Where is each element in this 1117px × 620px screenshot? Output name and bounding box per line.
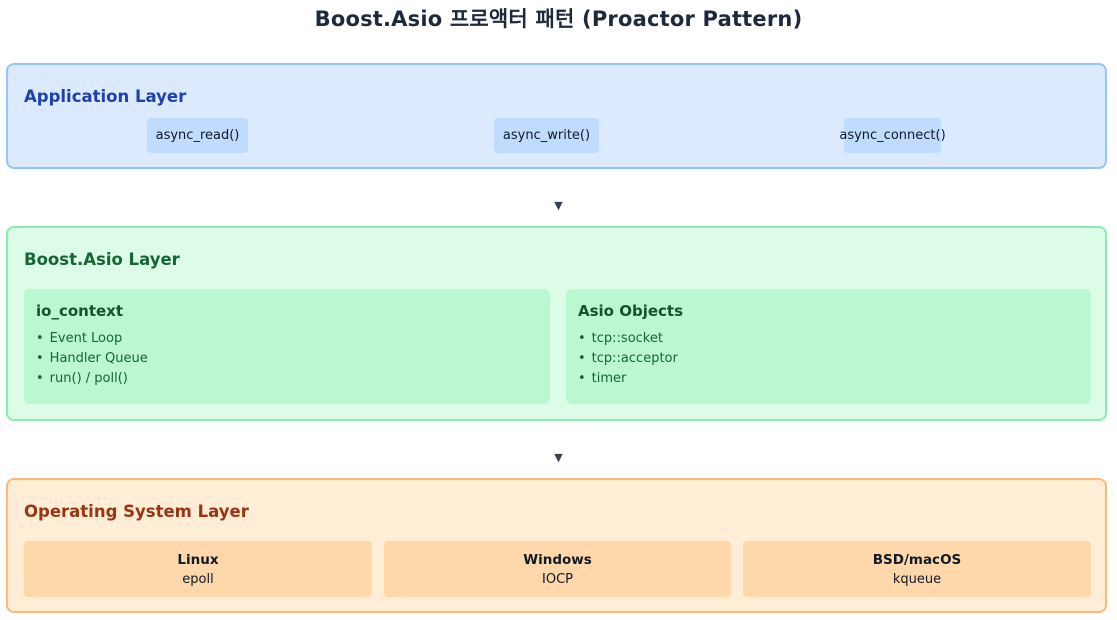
io-context-title: io_context (36, 302, 124, 320)
list-item: tcp::acceptor (578, 349, 1079, 369)
os-name: Linux (177, 552, 219, 568)
boost-asio-layer-title: Boost.Asio Layer (24, 250, 180, 269)
application-layer: Application Layer async_read() async_wri… (6, 63, 1107, 169)
os-box-windows: Windows IOCP (384, 541, 731, 597)
os-mechanism: epoll (182, 572, 214, 587)
os-box-linux: Linux epoll (24, 541, 372, 597)
down-arrow-icon: ▼ (554, 199, 563, 212)
asio-objects-list: tcp::socket tcp::acceptor timer (578, 329, 1079, 389)
asio-objects-title: Asio Objects (578, 302, 683, 320)
asio-objects-panel: Asio Objects tcp::socket tcp::acceptor t… (566, 289, 1091, 404)
boost-asio-layer: Boost.Asio Layer io_context Event Loop H… (6, 226, 1107, 421)
os-name: BSD/macOS (872, 552, 962, 568)
function-async-write: async_write() (494, 118, 599, 153)
list-item: tcp::socket (578, 329, 1079, 349)
function-async-connect: async_connect() (839, 118, 946, 153)
function-async-read: async_read() (147, 118, 248, 153)
os-name: Windows (523, 552, 592, 568)
list-item: Handler Queue (36, 349, 538, 369)
io-context-panel: io_context Event Loop Handler Queue run(… (24, 289, 550, 404)
operating-system-layer: Operating System Layer Linux epoll Windo… (6, 478, 1107, 613)
os-box-bsd-macos: BSD/macOS kqueue (743, 541, 1091, 597)
list-item: run() / poll() (36, 369, 538, 389)
down-arrow-icon: ▼ (554, 451, 563, 464)
list-item: Event Loop (36, 329, 538, 349)
io-context-list: Event Loop Handler Queue run() / poll() (36, 329, 538, 389)
list-item: timer (578, 369, 1079, 389)
os-mechanism: kqueue (892, 572, 942, 587)
operating-system-layer-title: Operating System Layer (24, 502, 249, 521)
application-layer-title: Application Layer (24, 87, 187, 106)
os-mechanism: IOCP (542, 572, 573, 587)
diagram-title: Boost.Asio 프로액터 패턴 (Proactor Pattern) (314, 7, 803, 31)
